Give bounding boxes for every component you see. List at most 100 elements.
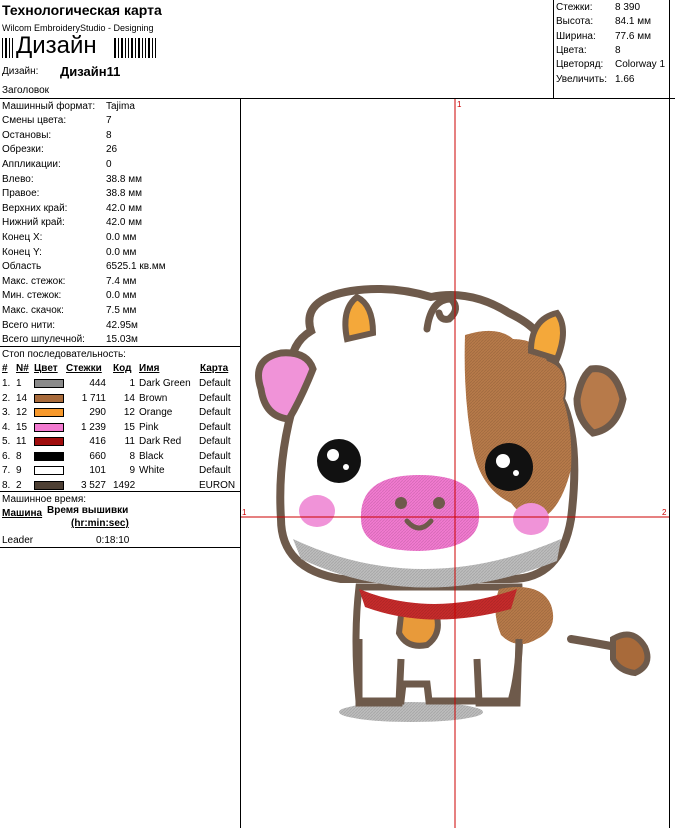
- summary-value: 8: [615, 45, 621, 56]
- info-value: 38.8 мм: [106, 174, 142, 185]
- right-ear: [573, 365, 627, 437]
- info-value: 38.8 мм: [106, 188, 142, 199]
- seq-stitches: 660: [89, 451, 106, 462]
- color-swatch: [34, 408, 64, 417]
- seq-stitches: 290: [89, 407, 106, 418]
- seq-code: 1: [129, 378, 135, 389]
- seq-code: 14: [123, 393, 135, 404]
- summary-label: Цветоряд:: [556, 59, 604, 70]
- sequence-bottom-rule: [0, 491, 240, 492]
- time-col-unit: (hr:min:sec): [71, 518, 129, 529]
- seq-header-stitches: Стежки: [66, 363, 102, 374]
- seq-needle: 8: [16, 451, 22, 462]
- info-bottom-rule: [0, 346, 240, 347]
- design-label: Дизайн:: [2, 66, 39, 77]
- info-value: 0.0 мм: [106, 290, 137, 301]
- info-value: 6525.1 кв.мм: [106, 261, 166, 272]
- right-horn: [527, 309, 566, 363]
- seq-name: Pink: [139, 422, 159, 433]
- summary-value: 77.6 мм: [615, 31, 651, 42]
- barcode: Дизайн: [2, 33, 162, 59]
- info-value: Tajima: [106, 101, 135, 112]
- seq-header-num: #: [2, 363, 8, 374]
- seq-needle: 12: [16, 407, 28, 418]
- info-label: Правое:: [2, 188, 40, 199]
- seq-needle: 14: [16, 393, 28, 404]
- info-value: 42.95м: [106, 320, 138, 331]
- info-label: Влево:: [2, 174, 34, 185]
- summary-value: 8 390: [615, 2, 641, 13]
- machine-info-panel: Машинный формат: Tajima Смены цвета: 7 Ост…: [0, 99, 240, 347]
- seq-code: 12: [123, 407, 135, 418]
- right-eye: [485, 443, 533, 491]
- info-label: Всего нити:: [2, 320, 56, 331]
- info-value: 26: [106, 144, 118, 155]
- left-cheek: [299, 495, 335, 527]
- info-label: Обрезки:: [2, 144, 44, 155]
- info-value: 8: [106, 130, 112, 141]
- summary-value: 84.1 мм: [615, 16, 651, 27]
- seq-stitches: 1 711: [81, 393, 106, 404]
- heading-label: Заголовок: [2, 85, 50, 96]
- summary-label: Цвета:: [556, 45, 587, 56]
- summary-value: 1.66: [615, 74, 635, 85]
- info-label: Аппликации:: [2, 159, 61, 170]
- info-label: Макс. скачок:: [2, 305, 64, 316]
- marker-left: 1: [242, 508, 247, 517]
- nostril-left: [395, 497, 407, 509]
- color-swatch: [34, 423, 64, 432]
- seq-stitches: 444: [89, 378, 106, 389]
- seq-name: Black: [139, 451, 164, 462]
- nostril-right: [433, 497, 445, 509]
- seq-chart: Default: [199, 378, 231, 389]
- right-cheek: [513, 503, 549, 535]
- info-label: Мин. стежок:: [2, 290, 62, 301]
- machine-col-header: Машина: [2, 508, 43, 519]
- summary-value: Colorway 1: [615, 59, 666, 70]
- info-label: Всего шпулечной:: [2, 334, 85, 345]
- seq-num: 6.: [2, 451, 11, 462]
- info-label: Область: [2, 261, 42, 272]
- design-name: Дизайн11: [60, 64, 121, 79]
- color-swatch: [34, 394, 64, 403]
- seq-needle: 11: [16, 436, 27, 447]
- left-eye: [317, 439, 361, 483]
- seq-name: Orange: [139, 407, 173, 418]
- seq-chart: Default: [199, 422, 231, 433]
- marker-top: 1: [457, 100, 462, 109]
- seq-needle: 15: [16, 422, 28, 433]
- seq-needle: 9: [16, 465, 22, 476]
- seq-header-color: Цвет: [34, 363, 58, 374]
- seq-header-code: Код: [113, 363, 132, 374]
- seq-stitches: 1 239: [80, 422, 106, 433]
- seq-stitches: 416: [89, 436, 106, 447]
- seq-num: 1.: [2, 378, 11, 389]
- info-value: 0.0 мм: [106, 232, 137, 243]
- machine-time-bottom-rule: [0, 547, 240, 548]
- seq-chart: Default: [199, 407, 231, 418]
- time-col-header: Время вышивки: [47, 505, 129, 516]
- tail-tuft: [610, 631, 651, 677]
- info-label: Конец Y:: [2, 247, 42, 258]
- info-label: Смены цвета:: [2, 115, 67, 126]
- color-swatch: [34, 466, 64, 475]
- info-label: Конец X:: [2, 232, 43, 243]
- summary-panel: Стежки: 8 390 Высота: 84.1 мм Ширина: 77.6 …: [554, 0, 669, 98]
- summary-label: Увеличить:: [556, 74, 608, 85]
- seq-name: Dark Green: [139, 378, 191, 389]
- seq-chart: Default: [199, 451, 231, 462]
- right-edge: [669, 0, 670, 828]
- seq-code: 11: [124, 436, 135, 447]
- sequence-title: Стоп последовательность:: [2, 349, 126, 360]
- design-canvas: 1 1 2: [241, 99, 669, 828]
- seq-name: Brown: [139, 393, 168, 404]
- color-swatch: [34, 481, 64, 490]
- seq-stitches: 101: [89, 465, 106, 476]
- summary-label: Стежки:: [556, 2, 593, 13]
- seq-name: White: [139, 465, 165, 476]
- summary-label: Ширина:: [556, 31, 596, 42]
- seq-needle: 1: [16, 378, 22, 389]
- machine-time-value: 0:18:10: [96, 535, 130, 546]
- embroidery-preview: 1 1 2: [241, 99, 669, 828]
- seq-header-name: Имя: [139, 363, 160, 374]
